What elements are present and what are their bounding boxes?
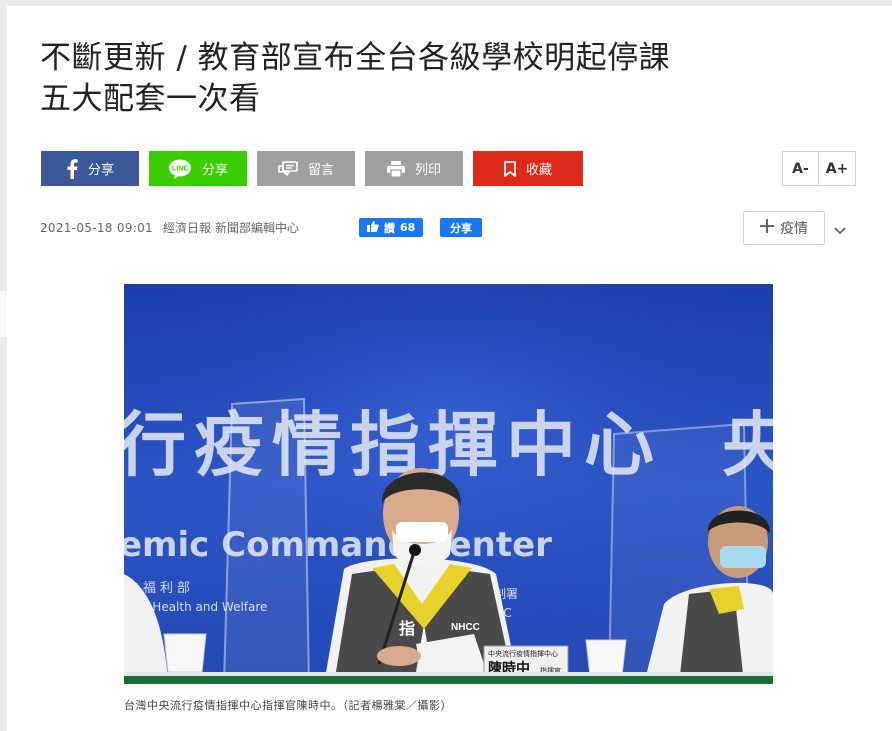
- font-decrease-button[interactable]: A-: [782, 151, 819, 186]
- bookmark-icon: [504, 160, 516, 177]
- publish-date: 2021-05-18 09:01: [40, 220, 153, 235]
- like-label: 讚: [384, 221, 395, 235]
- save-button[interactable]: 收藏: [473, 151, 583, 186]
- title-line-2: 五大配套一次看: [40, 81, 261, 117]
- font-increase-button[interactable]: A+: [819, 151, 856, 186]
- print-label: 列印: [414, 163, 441, 178]
- facebook-icon: [66, 158, 78, 179]
- facebook-share-button[interactable]: 分享: [41, 151, 139, 186]
- article-meta: 2021-05-18 09:01 經濟日報 新聞部編輯中心: [40, 219, 299, 236]
- article-photo: 行疫情指揮中心 emic Command Center 央 生福利部 y of …: [124, 284, 773, 684]
- comment-button[interactable]: 留言: [257, 151, 355, 186]
- article-title: 不斷更新 / 教育部宣布全台各級學校明起停課 五大配套一次看: [40, 38, 800, 120]
- comment-icon: [278, 160, 298, 177]
- vest-text: 指: [399, 619, 415, 638]
- facebook-like-button[interactable]: 讚 68: [359, 218, 424, 237]
- photo-caption: 台灣中央流行疫情指揮中心指揮官陳時中。（記者楊雅棠／攝影）: [124, 699, 452, 712]
- facebook-plugin-share-button[interactable]: 分享: [440, 218, 482, 237]
- follow-tag-button[interactable]: 疫情: [743, 211, 825, 245]
- chevron-down-icon[interactable]: [833, 222, 847, 236]
- tag-label: 疫情: [780, 221, 808, 237]
- line-share-label: 分享: [201, 163, 228, 178]
- comment-label: 留言: [307, 163, 334, 178]
- line-share-button[interactable]: LINE 分享: [149, 151, 247, 186]
- nameplate-org: 中央流行疫情指揮中心: [488, 649, 558, 658]
- author-name: 新聞部編輯中心: [214, 221, 299, 235]
- facebook-share-label: 分享: [87, 163, 114, 178]
- title-line-1: 不斷更新 / 教育部宣布全台各級學校明起停課: [40, 40, 671, 76]
- thumbs-up-icon: [367, 220, 379, 235]
- vest-badge: NHCC: [451, 622, 480, 633]
- like-count: 68: [400, 221, 416, 234]
- backdrop-chinese-text: 行疫情指揮中心: [124, 404, 662, 486]
- line-icon: LINE: [168, 159, 192, 179]
- source-link[interactable]: 經濟日報: [163, 219, 211, 236]
- plus-icon: [760, 219, 774, 237]
- backdrop-english-text: emic Command Center: [124, 525, 552, 565]
- svg-text:LINE: LINE: [172, 165, 188, 172]
- page-edge: [0, 291, 7, 337]
- printer-icon: [386, 160, 405, 177]
- save-label: 收藏: [525, 163, 552, 178]
- print-button[interactable]: 列印: [365, 151, 463, 186]
